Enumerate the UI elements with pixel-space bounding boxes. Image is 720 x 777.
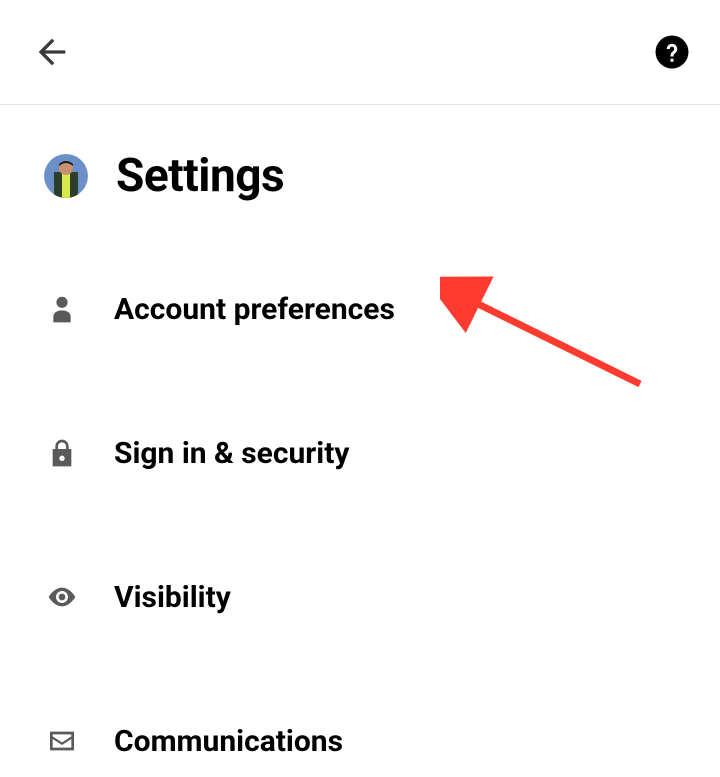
help-button[interactable] bbox=[654, 34, 690, 70]
menu-label: Visibility bbox=[114, 580, 231, 615]
menu-item-sign-in-security[interactable]: Sign in & security bbox=[44, 417, 676, 489]
avatar[interactable] bbox=[44, 154, 88, 198]
topbar bbox=[0, 0, 720, 105]
menu-item-account-preferences[interactable]: Account preferences bbox=[44, 273, 676, 345]
menu-label: Account preferences bbox=[114, 292, 395, 327]
page-title: Settings bbox=[116, 149, 284, 203]
menu-label: Sign in & security bbox=[114, 436, 349, 471]
back-button[interactable] bbox=[30, 30, 74, 74]
lock-icon bbox=[44, 435, 80, 471]
page-header: Settings bbox=[0, 105, 720, 203]
help-icon bbox=[654, 34, 690, 70]
envelope-icon bbox=[44, 723, 80, 759]
person-icon bbox=[44, 291, 80, 327]
menu-label: Communications bbox=[114, 724, 343, 759]
menu-item-visibility[interactable]: Visibility bbox=[44, 561, 676, 633]
menu-item-communications[interactable]: Communications bbox=[44, 705, 676, 777]
settings-menu: Account preferences Sign in & security V… bbox=[0, 203, 720, 777]
avatar-image bbox=[44, 154, 88, 198]
eye-icon bbox=[44, 579, 80, 615]
arrow-left-icon bbox=[32, 32, 72, 72]
